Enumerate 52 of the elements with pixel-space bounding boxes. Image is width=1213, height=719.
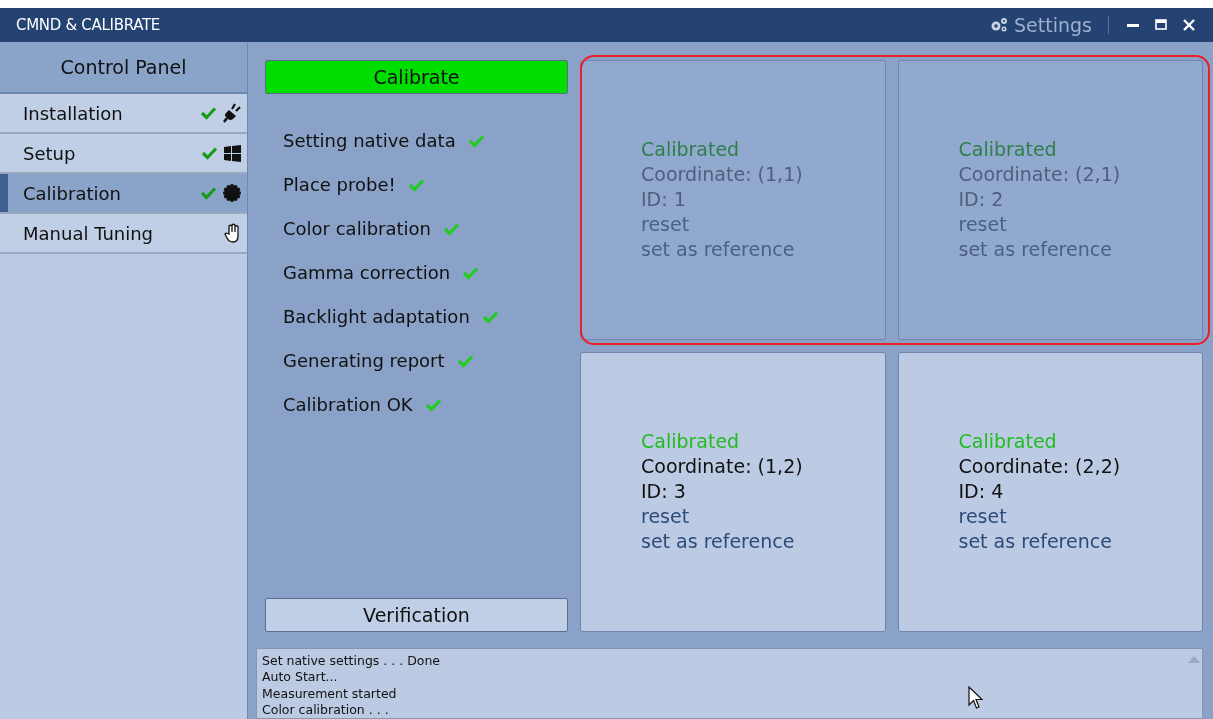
maximize-button[interactable] (1155, 19, 1167, 31)
id-label: ID: 3 (641, 479, 687, 505)
minimize-icon (1127, 23, 1139, 27)
sidebar-item[interactable]: Installation (0, 94, 247, 134)
minimize-button[interactable] (1127, 23, 1139, 27)
status-label: Calibrated (641, 137, 741, 163)
coordinate-label: Coordinate: (2,2) (958, 454, 1122, 480)
status-label: Calibrated (958, 137, 1058, 163)
step-label: Gamma correction (283, 262, 451, 283)
sidebar-item-label: Manual Tuning (23, 222, 155, 244)
window-title: CMND & CALIBRATE (16, 16, 161, 34)
step-label: Generating report (283, 350, 445, 371)
sidebar-item[interactable]: Setup (0, 134, 247, 174)
status-label: Calibrated (641, 429, 741, 455)
coordinate-label: Coordinate: (1,2) (641, 454, 804, 480)
step-label: Place probe! (283, 174, 396, 195)
reset-link[interactable]: reset (641, 504, 885, 530)
reference-link[interactable]: set as reference (641, 529, 885, 555)
coordinate-label: Coordinate: (1,1) (641, 162, 804, 188)
close-icon (1183, 19, 1195, 31)
status-label: Calibrated (958, 429, 1058, 455)
close-button[interactable] (1183, 19, 1195, 31)
settings-button[interactable]: Settings (990, 14, 1092, 36)
maximize-icon (1155, 19, 1167, 31)
id-label: ID: 2 (958, 187, 1005, 213)
sidebar-item[interactable]: Calibration (0, 174, 247, 214)
step-label: Color calibration (283, 218, 431, 239)
reset-link[interactable]: reset (958, 504, 1202, 530)
step-label: Setting native data (283, 130, 456, 151)
step-label: Backlight adaptation (283, 306, 470, 327)
log-line: Measurement started (262, 685, 397, 703)
plug-icon (223, 103, 241, 123)
cursor-icon (968, 686, 984, 710)
sidebar-item-label: Calibration (23, 182, 122, 204)
sidebar-item-label: Setup (23, 142, 77, 164)
step-label: Calibration OK (283, 394, 413, 415)
sidebar-item[interactable]: Manual Tuning (0, 214, 247, 254)
log-line: Set native settings . . . Done (262, 652, 441, 670)
id-label: ID: 1 (641, 187, 687, 213)
calibrate-button[interactable]: Calibrate (265, 60, 568, 94)
reference-link[interactable]: set as reference (958, 529, 1202, 555)
coordinate-label: Coordinate: (2,1) (958, 162, 1122, 188)
log-line: Color calibration . . . (262, 702, 389, 718)
log-line: Auto Start... (262, 669, 338, 686)
gears-icon (990, 17, 1009, 33)
cog-icon (223, 184, 241, 202)
sidebar-item-label: Installation (23, 102, 124, 124)
id-label: ID: 4 (958, 479, 1005, 505)
verification-button[interactable]: Verification (265, 597, 568, 632)
sidebar-header: Control Panel (0, 42, 247, 94)
windows-icon (224, 144, 241, 162)
hand-icon (224, 223, 241, 243)
